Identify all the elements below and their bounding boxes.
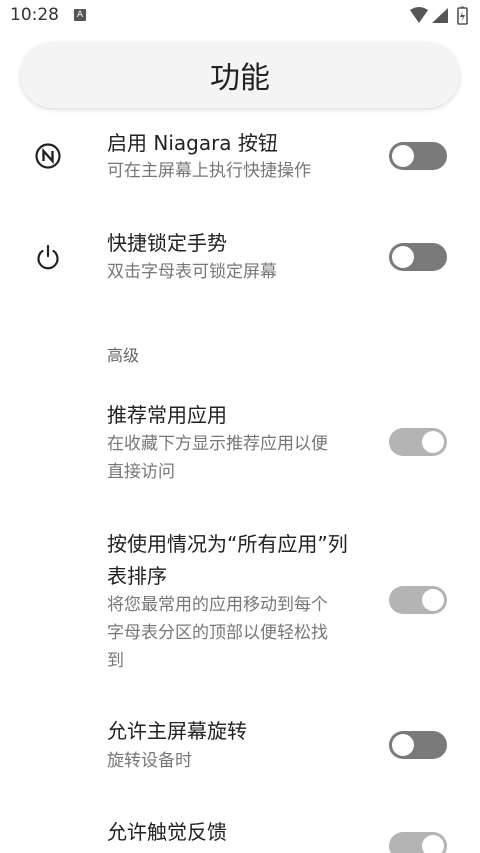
- setting-title: 允许主屏幕旋转: [107, 719, 247, 743]
- status-time: 10:28: [10, 5, 59, 25]
- setting-subtitle-line: 直接访问: [107, 462, 175, 482]
- sort-by-usage-toggle[interactable]: [389, 586, 447, 614]
- setting-title: 启用 Niagara 按钮: [107, 131, 278, 155]
- setting-subtitle-line: 到: [107, 651, 124, 671]
- toggle-knob: [422, 431, 444, 453]
- battery-icon: [457, 6, 468, 25]
- toggle-knob: [392, 145, 414, 167]
- toggle-knob: [422, 589, 444, 611]
- page-title: 功能: [210, 61, 270, 96]
- setting-quick-lock[interactable]: 快捷锁定手势 双击字母表可锁定屏幕: [0, 224, 480, 304]
- setting-sort-by-usage[interactable]: 按使用情况为“所有应用”列 表排序 将您最常用的应用移动到每个 字母表分区的顶部…: [0, 526, 480, 676]
- section-header-advanced: 高级: [107, 346, 140, 365]
- toggle-knob: [392, 246, 414, 268]
- status-icons: [410, 6, 468, 25]
- niagara-button-toggle[interactable]: [389, 142, 447, 170]
- toggle-knob: [392, 734, 414, 756]
- app-notification-icon: A: [74, 9, 86, 21]
- setting-title: 允许触觉反馈: [107, 820, 227, 844]
- wifi-icon: [410, 7, 428, 23]
- suggested-apps-toggle[interactable]: [389, 428, 447, 456]
- signal-icon: [432, 8, 448, 23]
- setting-subtitle-line: 字母表分区的顶部以便轻松找: [107, 623, 328, 643]
- setting-niagara-button[interactable]: 启用 Niagara 按钮 可在主屏幕上执行快捷操作: [0, 122, 480, 202]
- setting-subtitle-line: 在收藏下方显示推荐应用以便: [107, 434, 328, 454]
- niagara-n-icon: [35, 143, 61, 169]
- setting-suggested-apps[interactable]: 推荐常用应用 在收藏下方显示推荐应用以便 直接访问: [0, 396, 480, 496]
- setting-title-line: 表排序: [107, 564, 167, 588]
- home-rotation-toggle[interactable]: [389, 731, 447, 759]
- setting-haptic-feedback[interactable]: 允许触觉反馈: [0, 815, 480, 853]
- setting-subtitle: 旋转设备时: [107, 751, 192, 771]
- quick-lock-toggle[interactable]: [389, 243, 447, 271]
- setting-subtitle: 双击字母表可锁定屏幕: [107, 262, 277, 282]
- page-header: 功能: [20, 42, 460, 108]
- power-icon: [37, 244, 59, 270]
- toggle-knob: [422, 835, 444, 853]
- setting-title: 推荐常用应用: [107, 403, 227, 427]
- setting-subtitle-line: 将您最常用的应用移动到每个: [107, 595, 328, 615]
- setting-home-rotation[interactable]: 允许主屏幕旋转 旋转设备时: [0, 714, 480, 784]
- status-bar: 10:28 A: [0, 0, 480, 32]
- setting-title: 快捷锁定手势: [107, 231, 227, 255]
- setting-subtitle: 可在主屏幕上执行快捷操作: [107, 161, 311, 181]
- haptic-feedback-toggle[interactable]: [389, 832, 447, 853]
- setting-title-line: 按使用情况为“所有应用”列: [107, 532, 348, 556]
